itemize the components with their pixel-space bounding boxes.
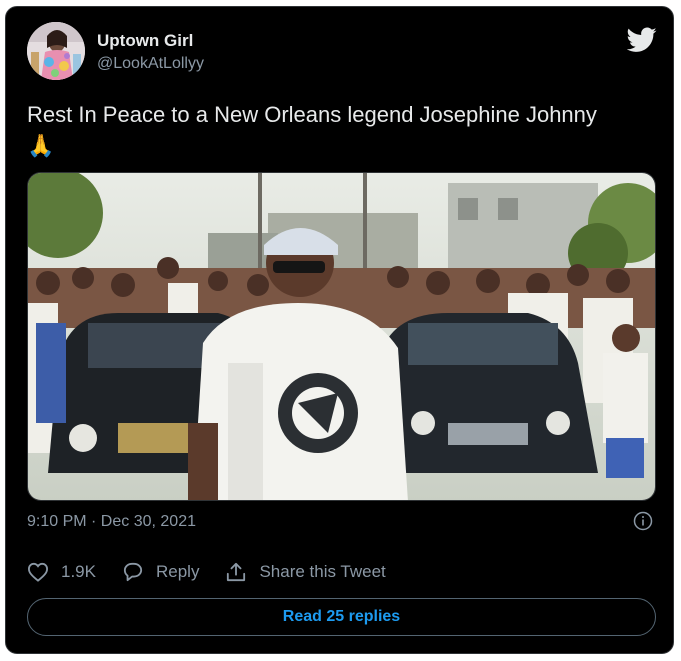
author-handle[interactable]: @LookAtLollyy [97,55,204,73]
read-replies-button[interactable]: Read 25 replies [27,598,656,636]
avatar[interactable] [27,22,85,80]
like-count: 1.9K [61,562,96,581]
avatar-image [27,22,85,80]
share-label: Share this Tweet [259,562,386,581]
author-name[interactable]: Uptown Girl [97,31,193,51]
reply-label: Reply [155,562,200,581]
tweet-timestamp[interactable]: 9:10 PM · Dec 30, 2021 [27,513,196,531]
praying-hands-emoji: 🙏 [27,133,55,159]
twitter-bird-icon[interactable] [627,27,657,53]
share-button[interactable]: Share this Tweet [225,562,386,582]
reply-button[interactable]: Reply [122,562,199,582]
heart-icon [27,562,49,582]
info-icon[interactable] [633,511,653,531]
share-arrow-icon [227,562,246,582]
like-button[interactable]: 1.9K [27,562,96,582]
tweet-video[interactable] [27,172,656,501]
tweet-text: Rest In Peace to a New Orleans legend Jo… [27,102,597,127]
video-thumbnail [28,173,655,500]
tweet-actions: 1.9K Reply Share this Tweet [27,560,412,584]
tweet-card: Uptown Girl @LookAtLollyy Rest In Peace … [5,6,674,654]
speech-bubble-icon [123,562,143,582]
tweet-text-block: Rest In Peace to a New Orleans legend Jo… [27,100,657,161]
